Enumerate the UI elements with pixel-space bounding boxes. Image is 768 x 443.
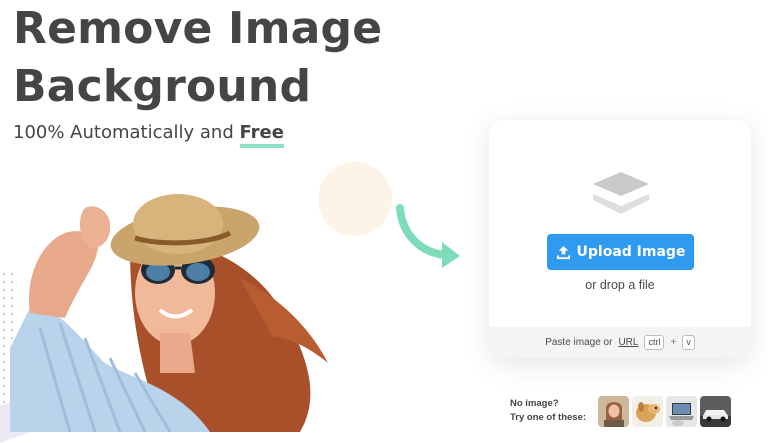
subtitle: 100% Automatically and Free <box>13 122 284 148</box>
sample-label-line-2: Try one of these: <box>510 412 587 423</box>
url-link[interactable]: URL <box>618 337 638 348</box>
ctrl-key: ctrl <box>644 335 665 350</box>
woman-thumbnail[interactable] <box>598 396 629 427</box>
page-title-line-1: Remove Image <box>13 3 383 54</box>
subtitle-text: 100% Automatically and <box>13 122 240 143</box>
layers-icon <box>593 172 649 214</box>
upload-button-label: Upload Image <box>576 244 686 260</box>
subtitle-highlight: Free <box>239 122 284 148</box>
sample-images-label: No image? Try one of these: <box>510 397 586 425</box>
paste-footer: Paste image or URL ctrl + v <box>489 327 751 358</box>
dog-thumbnail[interactable] <box>632 396 663 427</box>
sample-thumbnails <box>598 396 731 427</box>
curved-arrow-icon <box>396 204 460 268</box>
woman-illustration <box>10 194 328 432</box>
upload-card[interactable]: Upload Image or drop a file Paste image … <box>489 120 751 358</box>
laptop-thumbnail[interactable] <box>666 396 697 427</box>
drop-file-label: or drop a file <box>585 278 655 292</box>
shortcut-plus: + <box>670 337 677 348</box>
car-thumbnail[interactable] <box>700 396 731 427</box>
upload-image-button[interactable]: Upload Image <box>547 234 694 270</box>
page-title-line-2: Background <box>13 61 312 112</box>
sample-label-line-1: No image? <box>510 398 559 409</box>
v-key: v <box>682 335 695 350</box>
page-title: Remove Image Background <box>13 0 382 116</box>
upload-icon <box>556 245 570 259</box>
paste-text: Paste image or <box>545 337 613 348</box>
